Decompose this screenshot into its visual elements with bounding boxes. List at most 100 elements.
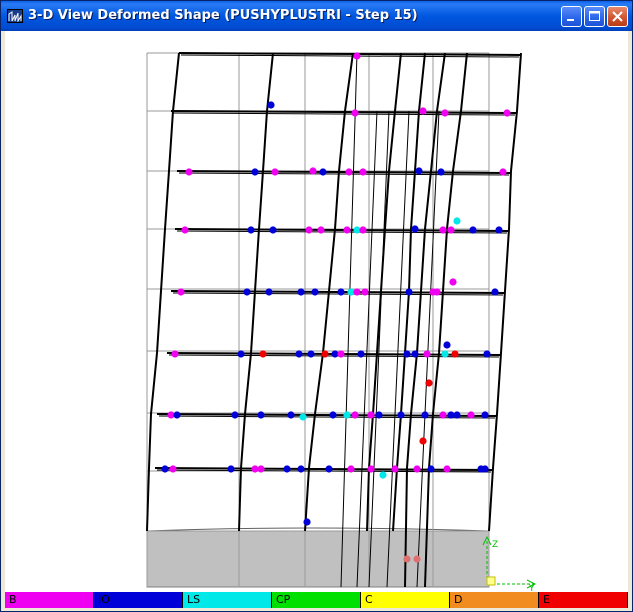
hinge-marker — [367, 411, 375, 419]
deformed-shape-canvas[interactable]: Z Y — [5, 31, 628, 592]
window-title: 3-D View Deformed Shape (PUSHYPLUSTRI - … — [28, 8, 418, 23]
sap-app-icon[interactable] — [7, 9, 23, 23]
hinge-marker — [415, 167, 423, 175]
hinge-marker — [391, 465, 399, 473]
hinge-marker — [271, 168, 279, 176]
hinge-marker — [185, 168, 193, 176]
legend-item-d: D — [450, 592, 539, 608]
legend-item-c: C — [361, 592, 450, 608]
column-line — [368, 110, 390, 588]
hinge-marker — [325, 465, 333, 473]
hinge-marker — [257, 411, 265, 419]
hinge-marker — [171, 350, 179, 358]
hinge-marker — [451, 350, 459, 358]
hinge-marker — [161, 465, 169, 473]
hinge-marker — [317, 226, 325, 234]
hinge-marker — [259, 350, 267, 358]
hinge-marker — [177, 288, 185, 296]
hinge-marker — [413, 555, 421, 563]
hinge-marker — [347, 465, 355, 473]
hinge-marker — [423, 350, 431, 358]
hinge-marker — [297, 465, 305, 473]
close-button[interactable] — [607, 6, 628, 27]
foundation-block — [146, 530, 490, 588]
hinge-marker — [397, 411, 405, 419]
hinge-marker — [403, 555, 411, 563]
hinge-marker — [319, 168, 327, 176]
hinge-marker — [305, 226, 313, 234]
hinge-marker — [267, 101, 275, 109]
hinge-marker — [329, 411, 337, 419]
hinge-marker — [359, 226, 367, 234]
legend-label: E — [543, 593, 550, 606]
hinge-marker — [433, 288, 441, 296]
hinge-marker — [469, 226, 477, 234]
hinge-marker — [367, 465, 375, 473]
hinge-marker — [491, 288, 499, 296]
hinge-marker — [413, 465, 421, 473]
hinge-marker — [421, 411, 429, 419]
hinge-marker — [257, 465, 265, 473]
hinge-marker — [353, 52, 361, 60]
hinge-marker — [481, 465, 489, 473]
hinge-marker — [295, 350, 303, 358]
hinge-marker — [297, 288, 305, 296]
hinge-marker — [307, 350, 315, 358]
maximize-button[interactable] — [584, 6, 605, 27]
hinge-marker — [247, 226, 255, 234]
viewport-3d[interactable]: Z Y — [5, 31, 628, 592]
hinge-marker — [309, 167, 317, 175]
hinge-marker — [231, 411, 239, 419]
hinge-marker — [411, 225, 419, 233]
hinge-marker — [345, 168, 353, 176]
hinge-marker — [405, 288, 413, 296]
axis-z-label: Z — [492, 540, 498, 550]
hinge-marker — [503, 109, 511, 117]
hinge-marker — [441, 109, 449, 117]
hinge-marker — [481, 411, 489, 419]
hinge-marker — [467, 411, 475, 419]
minimize-button[interactable] — [561, 6, 582, 27]
hinge-marker — [181, 226, 189, 234]
hinge-marker — [449, 278, 457, 286]
deformed-frame — [146, 52, 522, 588]
title-bar[interactable]: 3-D View Deformed Shape (PUSHYPLUSTRI - … — [1, 1, 632, 31]
legend-item-ls: LS — [183, 592, 272, 608]
hinge-marker — [375, 411, 383, 419]
hinge-marker — [495, 226, 503, 234]
hinge-marker — [351, 109, 359, 117]
hinge-marker — [269, 226, 277, 234]
hinge-marker — [437, 168, 445, 176]
hinge-marker — [483, 350, 491, 358]
hinge-marker — [337, 288, 345, 296]
legend-item-e: E — [539, 592, 628, 608]
hinge-marker — [299, 413, 307, 421]
hinge-marker — [237, 350, 245, 358]
hinge-marker — [337, 350, 345, 358]
hinge-marker — [419, 107, 427, 115]
legend-item-b: B — [5, 592, 94, 608]
hinge-marker — [353, 288, 361, 296]
hinge-marker — [359, 168, 367, 176]
legend-label: C — [365, 593, 373, 606]
hinge-marker — [419, 437, 427, 445]
legend-label: LS — [187, 593, 201, 606]
hinge-marker — [443, 341, 451, 349]
beam-line — [154, 467, 494, 471]
hinge-marker — [169, 465, 177, 473]
hinge-marker — [411, 350, 419, 358]
hinge-marker — [251, 168, 259, 176]
hinge-marker — [441, 350, 449, 358]
column-line — [424, 52, 468, 588]
hinge-marker — [357, 350, 365, 358]
hinge-marker — [453, 217, 461, 225]
legend-label: D — [454, 593, 463, 606]
hinge-marker — [343, 411, 351, 419]
legend-label: B — [9, 593, 17, 606]
hinge-marker — [453, 411, 461, 419]
hinge-marker — [439, 226, 447, 234]
hinge-marker — [303, 518, 311, 526]
hinge-marker — [427, 465, 435, 473]
hinge-marker — [321, 350, 329, 358]
hinge-marker — [283, 465, 291, 473]
